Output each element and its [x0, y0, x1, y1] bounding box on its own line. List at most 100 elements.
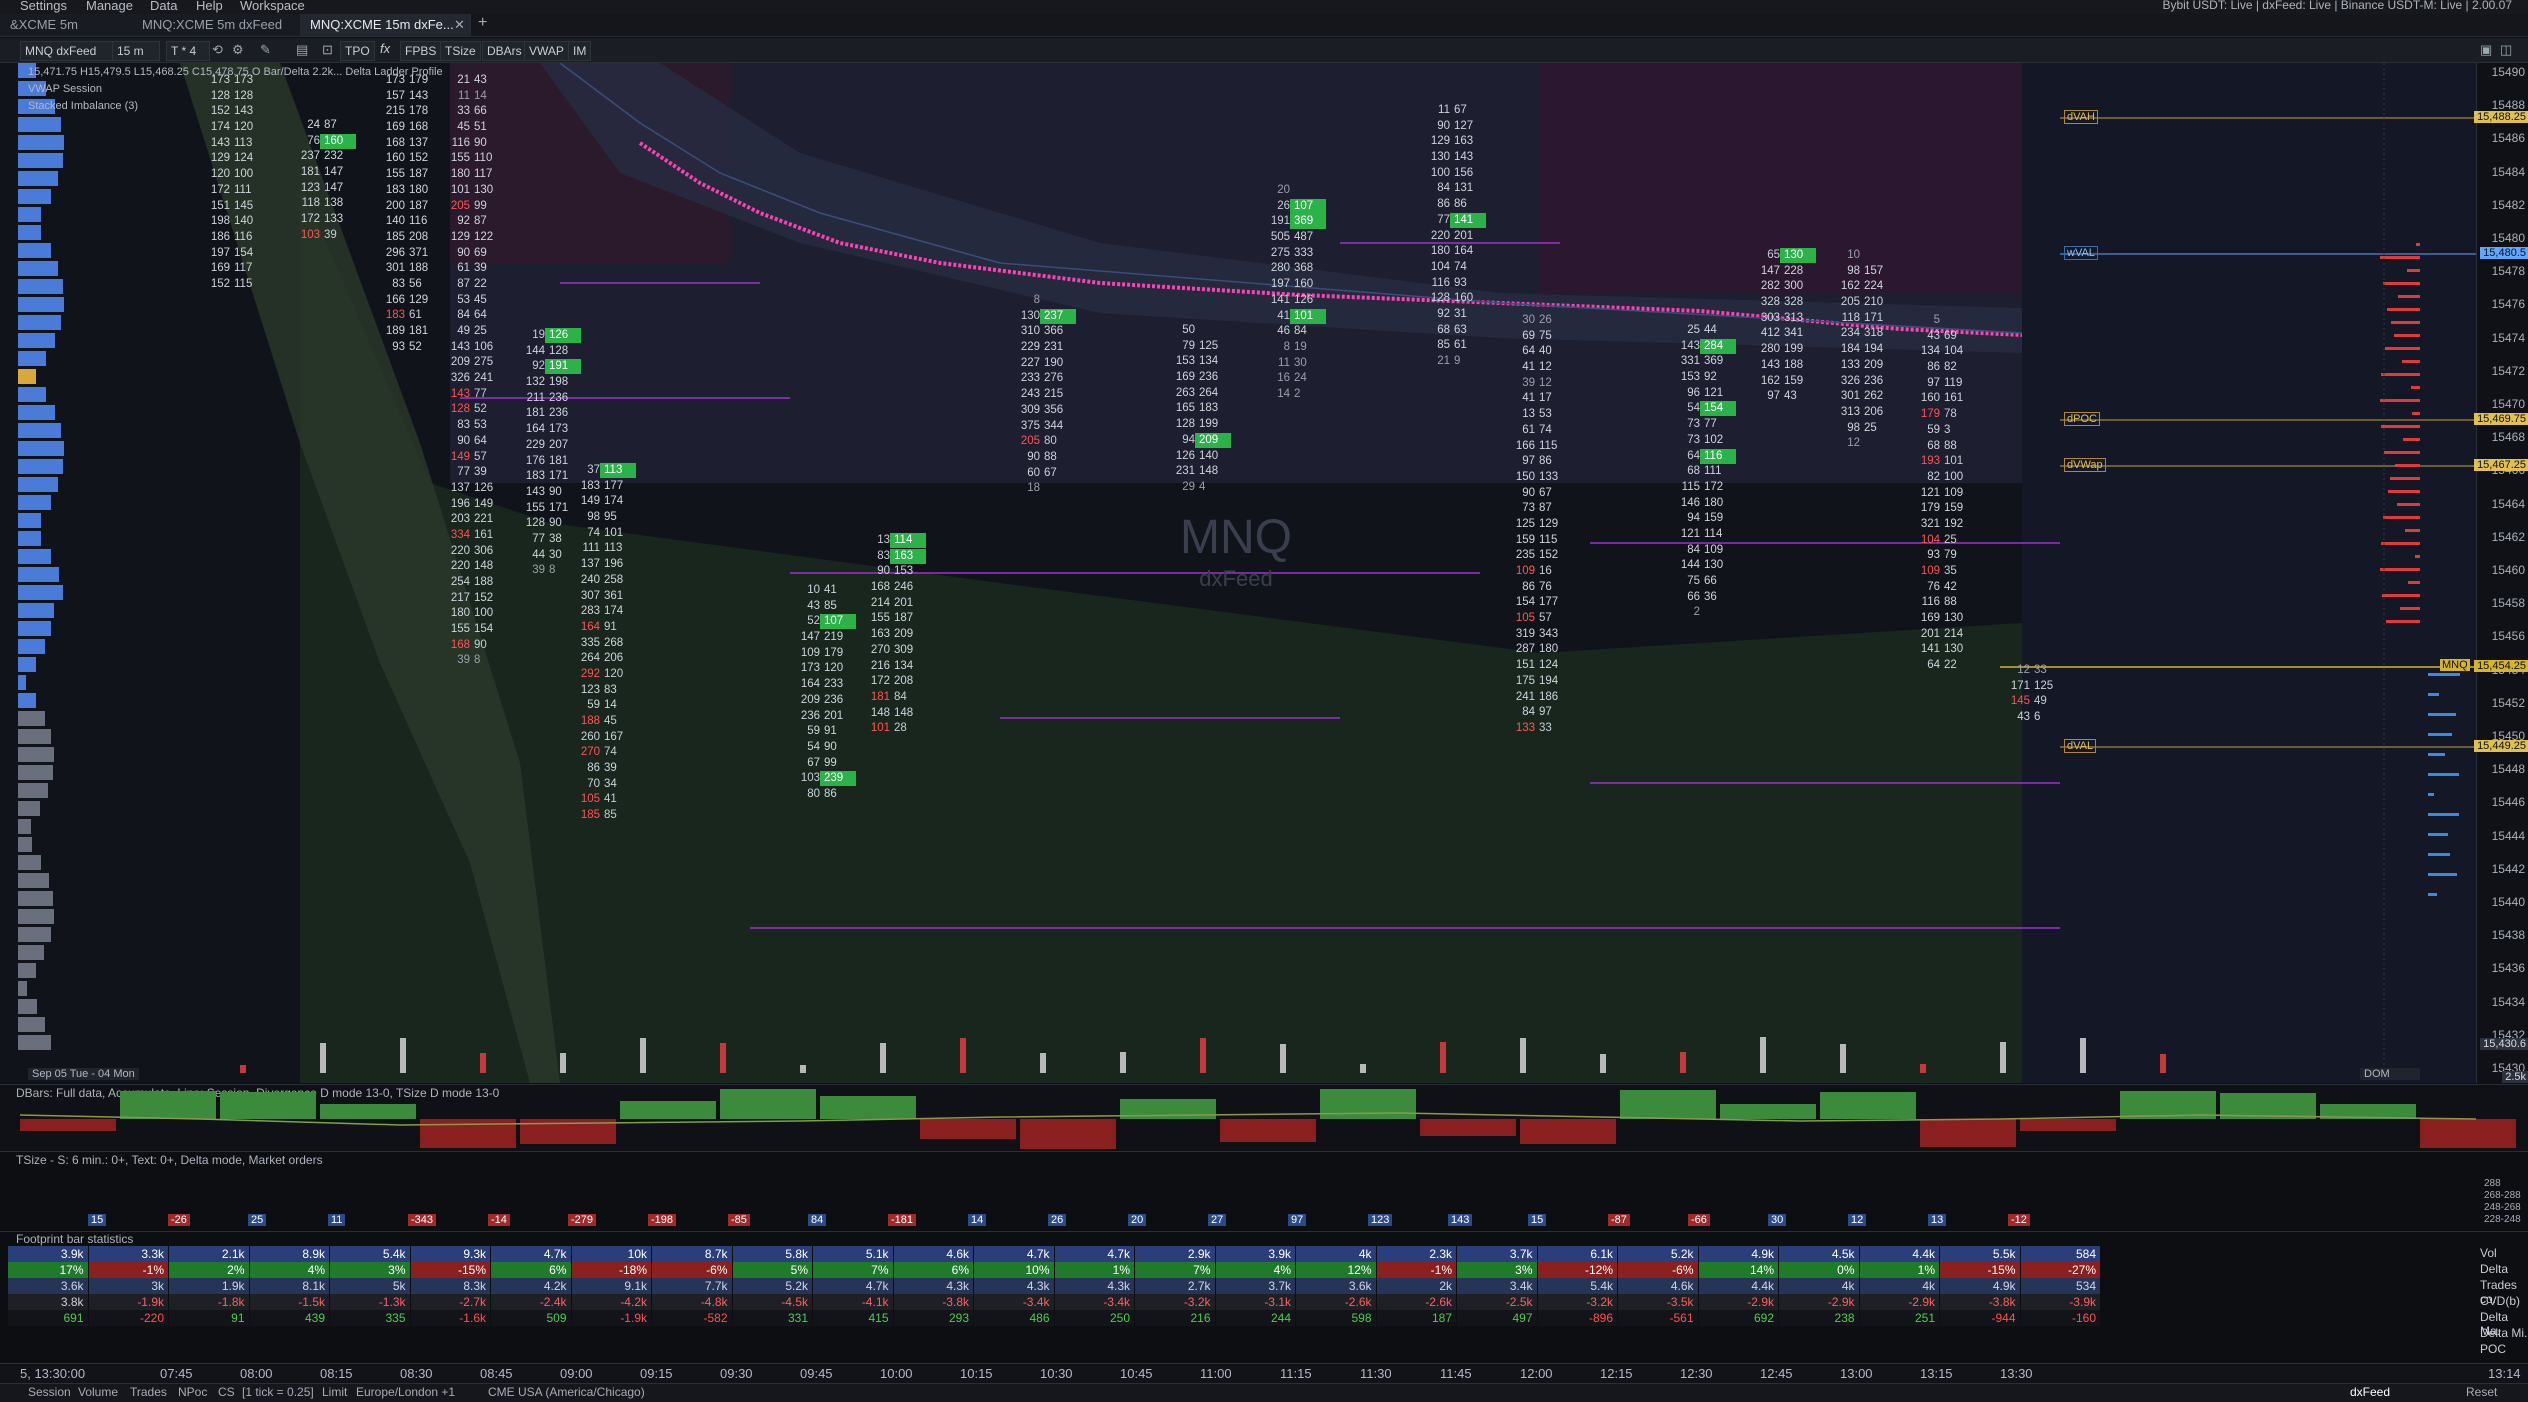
- formula-icon[interactable]: fx: [380, 41, 390, 56]
- footprint-row: 77 39: [440, 465, 506, 481]
- status-reset[interactable]: Reset: [2466, 1385, 2497, 1399]
- footprint-row: 67 99: [790, 756, 856, 772]
- bid-volume: 186: [210, 230, 230, 243]
- footprint-bar[interactable]: 173 179 157 143 215 178 169 168 168 137 160 152 155 1…: [375, 73, 441, 355]
- footprint-bar[interactable]: 37 113 183 177 149 174 98 95 74 101 111 113 137 196 24…: [570, 463, 636, 824]
- footprint-bar[interactable]: 50 79 125 153 134 169 236 263 264 165 183 128 199 94 2…: [1165, 323, 1231, 496]
- bid-volume: 169: [1175, 371, 1195, 384]
- menu-help[interactable]: Help: [196, 0, 223, 13]
- tsize-button[interactable]: TSize: [440, 41, 481, 61]
- bid-volume: 188: [580, 715, 600, 727]
- link-icon[interactable]: ⟲: [212, 42, 223, 58]
- ask-volume: 209: [1195, 432, 1231, 448]
- close-tab-icon[interactable]: ✕: [454, 17, 465, 33]
- footprint-row: 275 333: [1260, 246, 1326, 262]
- footprint-bar[interactable]: 8 130 237 310 366 229 231 227 190 233 276 243 215 309…: [1010, 293, 1076, 497]
- status-timezone[interactable]: Europe/London +1: [356, 1385, 455, 1399]
- status-trades[interactable]: Trades: [130, 1385, 167, 1399]
- ask-volume: 78: [1944, 408, 1957, 421]
- status-feed[interactable]: dxFeed: [2350, 1385, 2390, 1399]
- footprint-bar[interactable]: 10 98 157 162 224 205 210 118 171 234 318 184 194 133…: [1830, 248, 1896, 452]
- im-button[interactable]: IM: [568, 41, 592, 61]
- status-limit[interactable]: Limit: [322, 1385, 347, 1399]
- timeframe-selector[interactable]: 15 m: [112, 41, 160, 61]
- ask-volume: 159: [1704, 512, 1724, 525]
- lock-icon[interactable]: ⊡: [322, 42, 333, 58]
- bid-volume: 168: [450, 638, 470, 651]
- bid-volume: 67: [807, 756, 820, 769]
- menu-settings[interactable]: Settings: [20, 0, 67, 13]
- footprint-row: 169 117: [200, 261, 266, 277]
- tsize-value: -85: [728, 1214, 750, 1226]
- stats-cell: -3.8k: [1940, 1294, 2020, 1310]
- main-chart[interactable]: MNQ dxFeed 173 173 128 128 152 143 174 120 143 11…: [0, 63, 2528, 1083]
- footprint-row: 20: [1260, 183, 1326, 199]
- dom-label[interactable]: DOM: [2360, 1068, 2420, 1080]
- bid-volume: 41: [1522, 361, 1535, 374]
- vwap-button[interactable]: VWAP: [524, 41, 569, 61]
- layout-icon[interactable]: ▣: [2480, 42, 2492, 58]
- menu-manage[interactable]: Manage: [86, 0, 133, 13]
- status-session[interactable]: Session: [28, 1385, 71, 1399]
- drawing-icon[interactable]: ✎: [260, 42, 271, 58]
- bid-volume: 200: [385, 199, 405, 212]
- footprint-bar[interactable]: 25 44 143 284 331 369 153 92 96 121 54 154 73 77 73 102…: [1670, 323, 1736, 621]
- price-axis[interactable]: 15490 15488 15486 15484 15482 15480 15478 15476…: [2474, 63, 2528, 1083]
- tpo-button[interactable]: TPO: [340, 41, 375, 61]
- footprint-row: 155 110: [440, 151, 506, 167]
- bid-volume: 335: [580, 636, 600, 649]
- ask-volume: 41: [604, 793, 617, 806]
- ask-volume: 180: [1539, 643, 1559, 656]
- ask-volume: 74: [604, 746, 617, 759]
- footprint-bar[interactable]: 173 173 128 128 152 143 174 120 143 113 129 124 120 1…: [200, 73, 266, 293]
- footprint-bar[interactable]: 20 26 107 191 369 505 487 275 333 280 368 197 160 141…: [1260, 183, 1326, 403]
- time-axis[interactable]: 5, 13:30:00 07:45 08:00 08:15 08:30 08:45 09:0…: [0, 1363, 2528, 1384]
- volume-profile-bar: [18, 369, 36, 384]
- status-cs[interactable]: CS: [218, 1385, 235, 1399]
- footprint-bar[interactable]: 21 43 11 14 33 66 45 51 116 90 155 110 180 117 101 130 2…: [440, 73, 506, 669]
- footprint-bar[interactable]: 12 33 171 125 145 49 43 6: [2000, 663, 2066, 726]
- dbars-panel[interactable]: DBars: Full data, Accumulate, Line: Sess…: [0, 1084, 2528, 1152]
- menu-data[interactable]: Data: [150, 0, 177, 13]
- bid-volume: 326: [450, 372, 470, 385]
- ask-volume: 191: [545, 359, 581, 375]
- footprint-row: 147 219: [790, 630, 856, 646]
- tab-mnq-15m[interactable]: MNQ:XCME 15m dxFe...: [300, 14, 471, 36]
- footprint-bar[interactable]: 30 26 69 75 64 40 41 12 39 12 41 17 13 53 61 74 166 115 97…: [1505, 313, 1571, 737]
- layers-icon[interactable]: ▤: [296, 42, 308, 58]
- footprint-bar[interactable]: 5 43 69 134 104 86 82 97 119 160 161 179 78 59 3 68 88 19…: [1910, 313, 1976, 674]
- fpbs-button[interactable]: FPBS: [400, 41, 442, 61]
- tsize-panel[interactable]: TSize - S: 6 min.: 0+, Text: 0+, Delta m…: [0, 1151, 2528, 1232]
- stats-cell: -1.6k: [410, 1310, 490, 1326]
- time-tick: 5, 13:30:00: [20, 1366, 86, 1381]
- footprint-bar[interactable]: 11 67 90 127 129 163 130 143 100 156 84 131 86 86 77 14…: [1420, 103, 1486, 370]
- dbars-button[interactable]: DBArs: [482, 41, 527, 61]
- indicator-stacked-imbalance[interactable]: Stacked Imbalance (3): [28, 100, 138, 112]
- status-exchange-tz[interactable]: CME USA (America/Chicago): [488, 1385, 645, 1399]
- ask-volume: 190: [1044, 356, 1064, 369]
- bid-volume: 143: [450, 340, 470, 353]
- footprint-row: 90 64: [440, 434, 506, 450]
- screenshot-icon[interactable]: ◫: [2500, 42, 2512, 58]
- ask-volume: 14: [604, 699, 617, 712]
- tab-mnq-5m[interactable]: MNQ:XCME 5m dxFeed: [132, 14, 303, 36]
- settings-icon[interactable]: ⚙: [232, 42, 244, 58]
- ask-volume: 90: [824, 740, 837, 753]
- bid-volume: 233: [1020, 372, 1040, 385]
- footprint-bar[interactable]: 24 87 76 160 237 232 181 147 123 147 118 138 172 133 1…: [290, 118, 356, 244]
- status-volume[interactable]: Volume: [78, 1385, 118, 1399]
- new-tab-icon[interactable]: +: [478, 14, 487, 32]
- footprint-bar[interactable]: 13 114 83 163 90 153 168 246 214 201 155 187 163 209 2…: [860, 533, 926, 737]
- symbol-selector[interactable]: MNQ dxFeed: [20, 41, 114, 61]
- menu-workspace[interactable]: Workspace: [240, 0, 305, 13]
- ask-volume: 22: [474, 277, 487, 290]
- bid-volume: 282: [1760, 280, 1780, 293]
- tab-xcme-5m[interactable]: &XCME 5m dxFeed: [0, 14, 133, 54]
- status-npoc[interactable]: NPoc: [178, 1385, 207, 1399]
- ask-volume: 107: [1290, 198, 1326, 214]
- footprint-bar[interactable]: 65 130 147 228 282 300 328 328 303 313 412 341 280 19…: [1750, 248, 1816, 405]
- ticks-selector[interactable]: T * 4: [166, 41, 210, 61]
- footprint-bar[interactable]: 10 41 43 85 52 107 147 219 109 179 173 120 164 233 209…: [790, 583, 856, 803]
- bid-volume: 201: [1920, 627, 1940, 640]
- indicator-vwap-session[interactable]: VWAP Session: [28, 83, 102, 95]
